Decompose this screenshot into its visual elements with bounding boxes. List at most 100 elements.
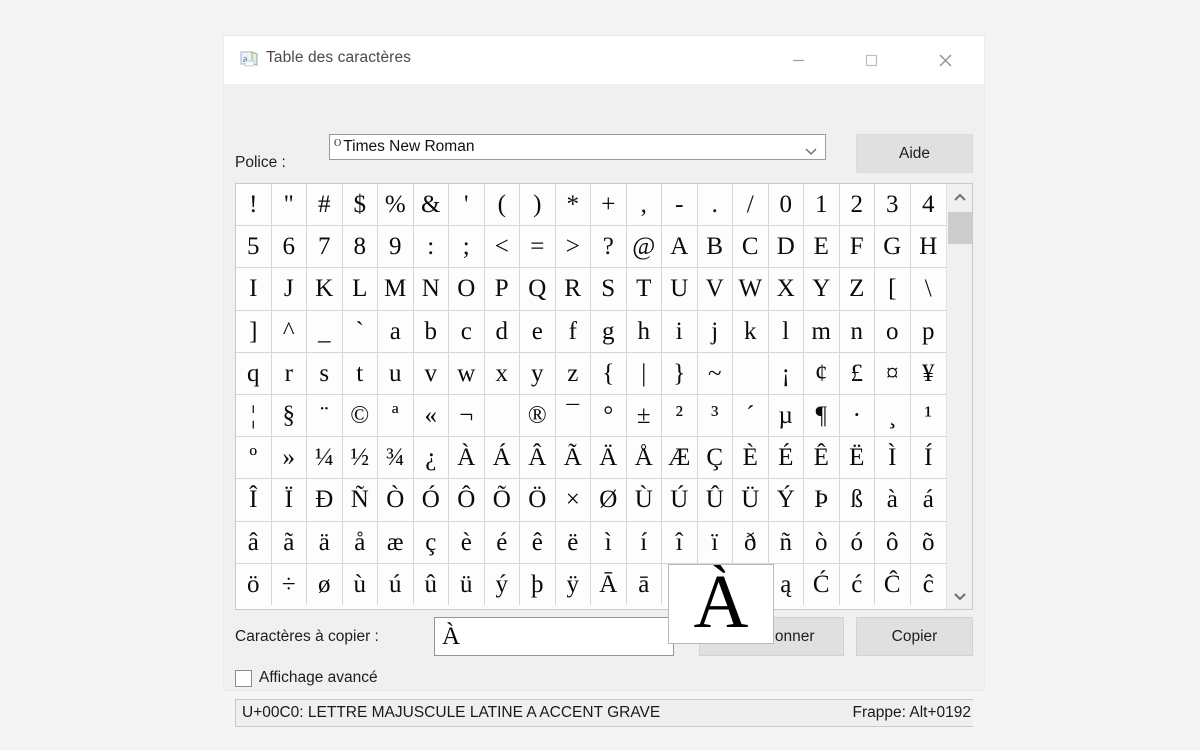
character-cell[interactable]: Ê xyxy=(804,437,840,479)
minimize-button[interactable] xyxy=(775,36,821,84)
character-cell[interactable]: z xyxy=(556,352,591,394)
character-cell[interactable]: ò xyxy=(804,521,840,563)
character-cell[interactable]: X xyxy=(769,268,804,310)
character-cell[interactable]: & xyxy=(414,184,449,226)
character-cell[interactable]: - xyxy=(662,184,698,226)
character-cell[interactable]: n xyxy=(840,310,875,352)
character-cell[interactable]: ô xyxy=(875,521,911,563)
character-cell[interactable]: ´ xyxy=(733,394,769,437)
character-cell[interactable]: ± xyxy=(627,394,662,437)
character-cell[interactable]: / xyxy=(733,184,769,226)
character-cell[interactable]: Y xyxy=(804,268,840,310)
character-cell[interactable]: q xyxy=(236,352,272,394)
character-cell[interactable]: ß xyxy=(840,479,875,521)
character-cell[interactable]: ` xyxy=(343,310,378,352)
character-cell[interactable]: ĉ xyxy=(911,564,947,605)
character-cell[interactable]: i xyxy=(662,310,698,352)
font-select[interactable]: O Times New Roman xyxy=(329,134,826,160)
character-cell[interactable]: É xyxy=(769,437,804,479)
character-cell[interactable]: H xyxy=(911,226,947,267)
character-cell[interactable]: Ï xyxy=(272,479,307,521)
character-cell[interactable]: w xyxy=(449,352,485,394)
character-cell[interactable]: ¬ xyxy=(449,394,485,437)
character-cell[interactable]: Ý xyxy=(769,479,804,521)
character-cell[interactable]: Î xyxy=(236,479,272,521)
character-cell[interactable]: @ xyxy=(627,226,662,268)
character-cell[interactable]: N xyxy=(414,268,449,310)
character-cell[interactable]: } xyxy=(662,352,698,394)
character-cell[interactable]: ~ xyxy=(698,352,733,394)
character-cell[interactable]: µ xyxy=(769,394,804,437)
chevron-down-icon[interactable] xyxy=(804,143,818,161)
character-cell[interactable]: ä xyxy=(307,521,343,563)
character-cell[interactable]: Ò xyxy=(378,479,414,521)
character-cell[interactable]: . xyxy=(698,184,733,226)
character-cell[interactable]: È xyxy=(733,437,769,479)
character-cell[interactable]: y xyxy=(520,352,556,394)
character-cell[interactable]: ç xyxy=(414,521,449,563)
character-cell[interactable]: O xyxy=(449,268,485,310)
character-cell[interactable]: ' xyxy=(449,184,485,226)
copy-button[interactable]: Copier xyxy=(856,617,973,656)
character-cell[interactable]: © xyxy=(343,394,378,437)
character-cell[interactable]: ú xyxy=(378,563,414,605)
character-cell[interactable]: ] xyxy=(236,310,272,352)
character-cell[interactable]: : xyxy=(414,226,449,268)
character-cell[interactable]: c xyxy=(449,310,485,352)
character-cell[interactable]: á xyxy=(911,479,947,520)
character-cell[interactable]: 6 xyxy=(272,226,307,268)
grid-scrollbar[interactable] xyxy=(946,184,972,609)
character-cell[interactable]: Ĉ xyxy=(875,563,911,605)
character-cell[interactable]: g xyxy=(591,310,627,352)
character-cell[interactable]: x xyxy=(485,352,520,394)
character-cell[interactable]: | xyxy=(627,352,662,394)
character-cell[interactable]: í xyxy=(627,521,662,563)
character-cell[interactable]: ½ xyxy=(343,437,378,479)
character-cell[interactable]: J xyxy=(272,268,307,310)
character-cell[interactable]: º xyxy=(236,437,272,479)
character-cell[interactable]: ë xyxy=(556,521,591,563)
character-cell[interactable]: Z xyxy=(840,268,875,310)
character-cell[interactable]: ü xyxy=(449,563,485,605)
character-cell[interactable]: ! xyxy=(236,184,272,226)
character-cell[interactable]: Ç xyxy=(698,437,733,479)
character-cell[interactable]: õ xyxy=(911,522,947,563)
character-cell[interactable]: à xyxy=(875,479,911,521)
character-cell[interactable]: Ù xyxy=(627,479,662,521)
character-cell[interactable]: â xyxy=(236,521,272,563)
help-button[interactable]: Aide xyxy=(856,134,973,173)
character-cell[interactable]: û xyxy=(414,563,449,605)
maximize-button[interactable] xyxy=(848,36,894,84)
advanced-view-checkbox[interactable] xyxy=(235,669,252,687)
character-cell[interactable]: Û xyxy=(698,479,733,521)
character-cell[interactable]: R xyxy=(556,268,591,310)
character-cell[interactable]: î xyxy=(662,521,698,563)
character-cell[interactable]: Ć xyxy=(804,563,840,605)
character-cell[interactable]: $ xyxy=(343,184,378,226)
character-cell[interactable]: > xyxy=(556,226,591,268)
character-cell[interactable]: Ó xyxy=(414,479,449,521)
character-cell[interactable]: 1 xyxy=(804,184,840,226)
character-cell[interactable]: ¦ xyxy=(236,394,272,437)
character-cell[interactable] xyxy=(733,352,769,394)
character-cell[interactable]: þ xyxy=(520,563,556,605)
character-cell[interactable]: ì xyxy=(591,521,627,563)
character-cell[interactable]: s xyxy=(307,352,343,394)
character-cell[interactable]: D xyxy=(769,226,804,268)
character-cell[interactable]: ñ xyxy=(769,521,804,563)
character-cell[interactable]: Ð xyxy=(307,479,343,521)
character-cell[interactable]: j xyxy=(698,310,733,352)
character-cell[interactable]: ¯ xyxy=(556,394,591,437)
character-cell[interactable]: À xyxy=(449,437,485,479)
character-cell[interactable]: Ã xyxy=(556,437,591,479)
character-cell[interactable]: u xyxy=(378,352,414,394)
character-cell[interactable]: ù xyxy=(343,563,378,605)
close-button[interactable] xyxy=(922,36,968,84)
character-cell[interactable]: ® xyxy=(520,394,556,437)
character-cell[interactable]: 7 xyxy=(307,226,343,268)
character-cell[interactable]: * xyxy=(556,184,591,226)
character-cell[interactable]: m xyxy=(804,310,840,352)
character-cell[interactable]: L xyxy=(343,268,378,310)
character-cell[interactable]: G xyxy=(875,226,911,268)
character-cell[interactable]: ê xyxy=(520,521,556,563)
